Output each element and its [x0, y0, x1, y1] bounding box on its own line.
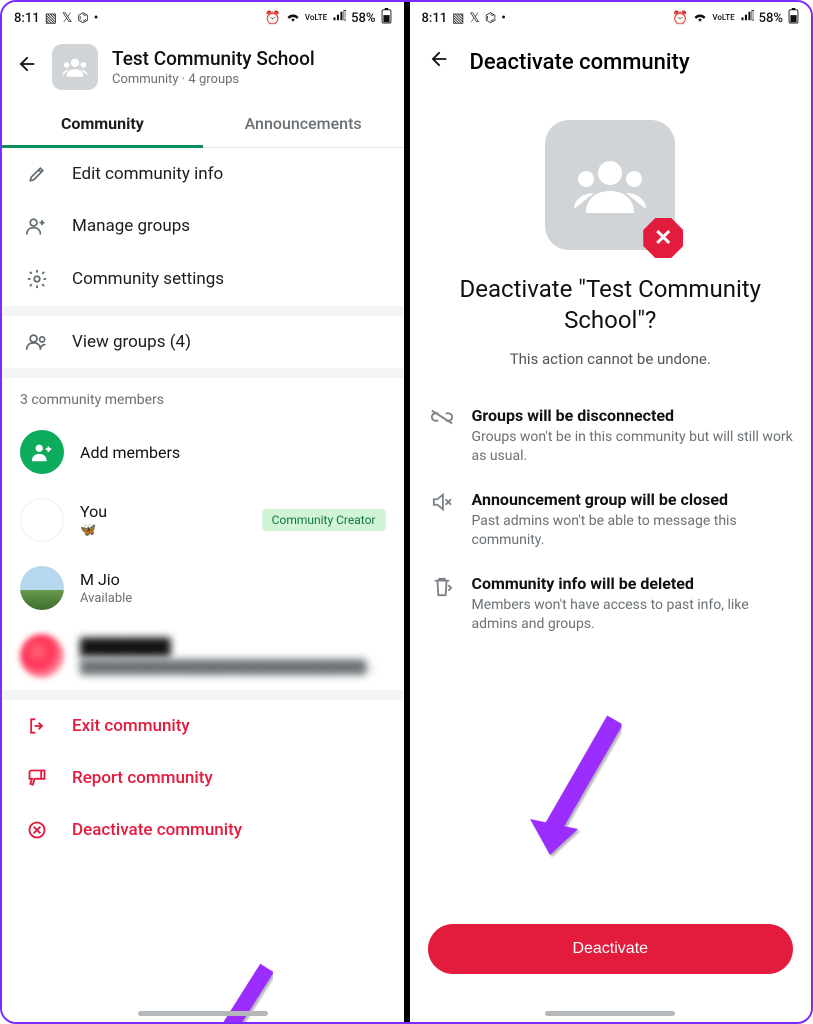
gallery-icon: ▧	[45, 11, 57, 26]
row-label: Community settings	[72, 269, 224, 289]
alarm-icon: ⏰	[265, 11, 281, 26]
row-manage-groups[interactable]: Manage groups	[2, 200, 404, 252]
bullet-desc: Past admins won't be able to message thi…	[472, 512, 794, 550]
thumbs-down-icon	[24, 768, 50, 788]
gear-icon	[24, 268, 50, 290]
pencil-icon	[24, 164, 50, 184]
row-view-groups[interactable]: View groups (4)	[2, 316, 404, 368]
row-exit-community[interactable]: Exit community	[2, 700, 404, 752]
member-redacted[interactable]: ████████ ███████████████████████████████…	[2, 622, 404, 690]
deactivate-button[interactable]: Deactivate	[428, 924, 794, 974]
stop-badge-icon: ✕	[643, 218, 683, 258]
volte-label: VoLTE	[712, 14, 734, 22]
alarm-icon: ⏰	[672, 11, 688, 26]
bullet-desc: Members won't have access to past info, …	[472, 596, 794, 634]
confirm-title: Deactivate "Test Community School"?	[410, 250, 812, 346]
trash-icon	[428, 574, 456, 634]
row-label: Exit community	[72, 716, 190, 736]
home-indicator	[545, 1011, 675, 1016]
bullet-head: Community info will be deleted	[472, 574, 794, 593]
person-add-icon	[24, 216, 50, 236]
avatar	[20, 566, 64, 610]
dot-icon: •	[501, 11, 506, 26]
header: Test Community School Community · 4 grou…	[2, 34, 404, 100]
bullet-desc: Groups won't be in this community but wi…	[472, 428, 794, 466]
row-report-community[interactable]: Report community	[2, 752, 404, 804]
screen-community-info: 8:11 ▧ 𝕏 ⌬ • ⏰ VoLTE 58%	[2, 2, 404, 1022]
member-status: ███████████████████████████████|...	[80, 659, 386, 675]
battery-icon	[381, 8, 392, 28]
row-deactivate-community[interactable]: Deactivate community	[2, 804, 404, 856]
status-time: 8:11	[422, 11, 448, 26]
bullet-disconnect: Groups will be disconnected Groups won't…	[428, 394, 794, 478]
member-mjio[interactable]: M Jio Available	[2, 554, 404, 622]
unlink-icon	[428, 406, 456, 466]
signal-icon	[332, 10, 346, 26]
tab-community[interactable]: Community	[2, 100, 203, 147]
member-status: 🦋	[80, 523, 107, 538]
community-avatar[interactable]	[52, 44, 98, 90]
members-header: 3 community members	[2, 378, 404, 418]
add-members-label: Add members	[80, 443, 180, 462]
row-label: Edit community info	[72, 164, 223, 184]
community-avatar-large: ✕	[545, 120, 675, 250]
screen-deactivate-confirm: 8:11 ▧ 𝕏 ⌬ • ⏰ VoLTE 58%	[410, 2, 812, 1022]
row-community-settings[interactable]: Community settings	[2, 252, 404, 306]
member-name: M Jio	[80, 570, 132, 589]
tabs: Community Announcements	[2, 100, 404, 148]
dot-icon: •	[94, 11, 99, 26]
bug-icon: ⌬	[77, 11, 88, 26]
battery-pct: 58%	[351, 11, 375, 26]
avatar	[20, 634, 64, 678]
header: Deactivate community	[410, 34, 812, 90]
row-add-members[interactable]: Add members	[2, 418, 404, 486]
member-name: You	[80, 502, 107, 521]
bug-icon: ⌬	[485, 11, 496, 26]
row-label: Deactivate community	[72, 820, 242, 840]
back-icon[interactable]	[428, 48, 450, 76]
battery-pct: 58%	[759, 11, 783, 26]
gallery-icon: ▧	[452, 11, 464, 26]
row-label: Manage groups	[72, 216, 190, 236]
bullet-announce-closed: Announcement group will be closed Past a…	[428, 478, 794, 562]
deactivate-icon	[24, 820, 50, 840]
row-edit-community[interactable]: Edit community info	[2, 148, 404, 200]
page-title: Deactivate community	[470, 50, 690, 75]
battery-icon	[788, 8, 799, 28]
bullet-head: Groups will be disconnected	[472, 406, 794, 425]
member-status: Available	[80, 591, 132, 606]
add-members-icon	[20, 430, 64, 474]
creator-badge: Community Creator	[262, 509, 386, 531]
wifi-icon	[286, 10, 300, 26]
back-icon[interactable]	[16, 53, 38, 81]
member-you[interactable]: You 🦋 Community Creator	[2, 486, 404, 554]
x-icon: 𝕏	[62, 11, 72, 26]
home-indicator	[138, 1011, 268, 1016]
confirm-subtitle: This action cannot be undone.	[410, 346, 812, 388]
hint-arrow	[520, 715, 630, 865]
mute-icon	[428, 490, 456, 550]
row-label: View groups (4)	[72, 332, 191, 352]
wifi-icon	[693, 10, 707, 26]
exit-icon	[24, 716, 50, 736]
community-subtitle: Community · 4 groups	[112, 72, 315, 87]
tab-announcements[interactable]: Announcements	[203, 100, 404, 147]
bullet-head: Announcement group will be closed	[472, 490, 794, 509]
avatar	[20, 498, 64, 542]
signal-icon	[740, 10, 754, 26]
member-name: ████████	[80, 637, 386, 657]
groups-icon	[24, 333, 50, 351]
x-icon: 𝕏	[469, 11, 479, 26]
volte-label: VoLTE	[305, 14, 327, 22]
row-label: Report community	[72, 768, 213, 788]
status-time: 8:11	[14, 11, 40, 26]
bullet-info-deleted: Community info will be deleted Members w…	[428, 562, 794, 646]
community-title: Test Community School	[112, 47, 315, 70]
status-bar: 8:11 ▧ 𝕏 ⌬ • ⏰ VoLTE 58%	[410, 2, 812, 34]
status-bar: 8:11 ▧ 𝕏 ⌬ • ⏰ VoLTE 58%	[2, 2, 404, 34]
